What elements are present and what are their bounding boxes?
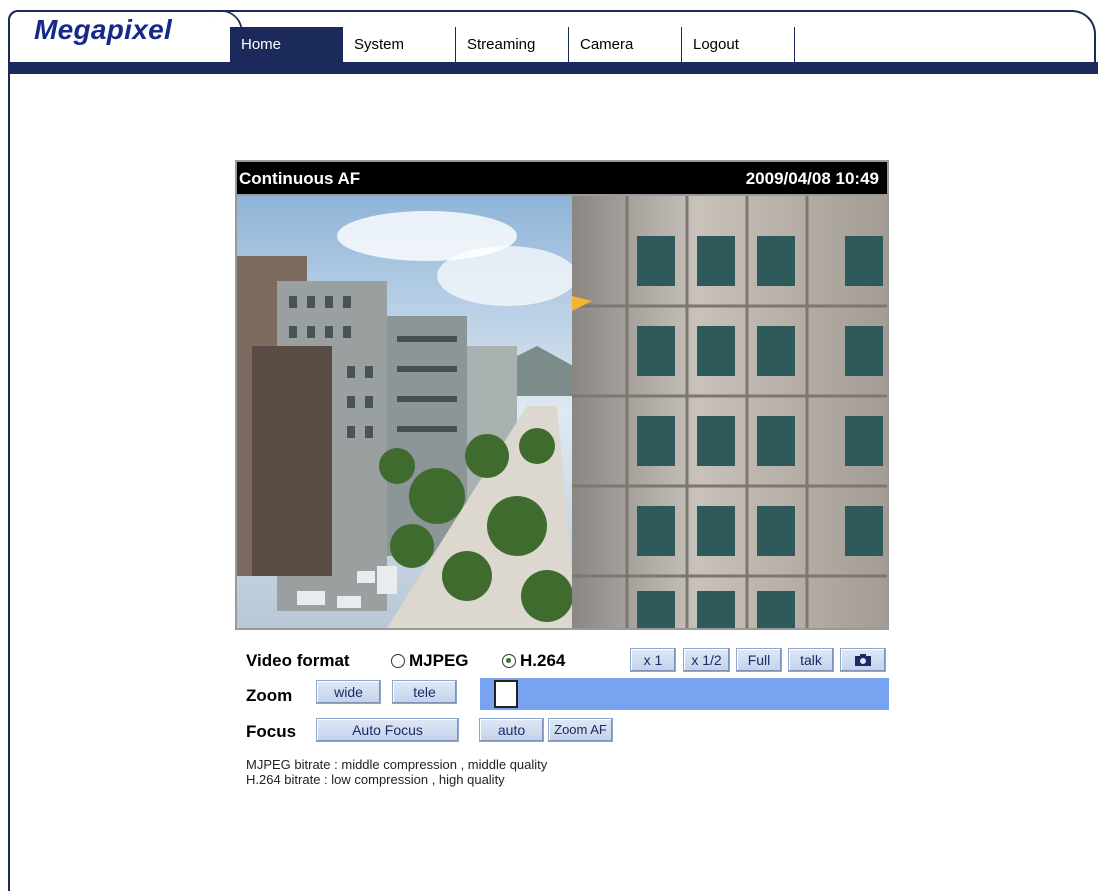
mjpeg-label: MJPEG	[409, 651, 469, 670]
main-nav: Home System Streaming Camera Logout	[230, 27, 795, 63]
zoom-x1-button[interactable]: x 1	[630, 648, 676, 672]
focus-label: Focus	[246, 722, 297, 741]
nav-home[interactable]: Home	[230, 27, 343, 63]
talk-button[interactable]: talk	[788, 648, 834, 672]
frame-left	[8, 62, 10, 891]
zoom-wide-button[interactable]: wide	[316, 680, 381, 704]
video-timestamp: 2009/04/08 10:49	[745, 169, 879, 188]
zoom-af-button[interactable]: Zoom AF	[548, 718, 613, 742]
zoom-slider-track[interactable]	[480, 678, 889, 710]
nav-bar	[8, 62, 1098, 74]
camera-icon	[855, 654, 871, 666]
h264-bitrate-status: H.264 bitrate : low compression , high q…	[246, 772, 505, 787]
video-caption: Continuous AF	[239, 169, 361, 188]
nav-system[interactable]: System	[343, 27, 456, 63]
zoom-half-button[interactable]: x 1/2	[683, 648, 730, 672]
zoom-tele-button[interactable]: tele	[392, 680, 457, 704]
live-video[interactable]	[235, 194, 889, 630]
mjpeg-radio[interactable]	[391, 654, 405, 668]
zoom-label: Zoom	[246, 686, 293, 705]
format-h264-option[interactable]: H.264	[502, 651, 565, 671]
mjpeg-bitrate-status: MJPEG bitrate : middle compression , mid…	[246, 757, 548, 772]
brand-logo: Megapixel	[34, 14, 173, 45]
format-mjpeg-option[interactable]: MJPEG	[391, 651, 469, 671]
camera-feed-image	[237, 196, 887, 628]
zoom-slider-handle[interactable]	[494, 680, 519, 708]
auto-button[interactable]: auto	[479, 718, 544, 742]
h264-radio[interactable]	[502, 654, 516, 668]
nav-logout[interactable]: Logout	[682, 27, 795, 63]
video-caption-bar: Continuous AF 2009/04/08 10:49	[235, 160, 889, 194]
snapshot-button[interactable]	[840, 648, 886, 672]
h264-label: H.264	[520, 651, 566, 670]
auto-focus-button[interactable]: Auto Focus	[316, 718, 459, 742]
nav-streaming[interactable]: Streaming	[456, 27, 569, 63]
nav-camera[interactable]: Camera	[569, 27, 682, 63]
video-format-label: Video format	[246, 651, 350, 670]
fullscreen-button[interactable]: Full	[736, 648, 782, 672]
